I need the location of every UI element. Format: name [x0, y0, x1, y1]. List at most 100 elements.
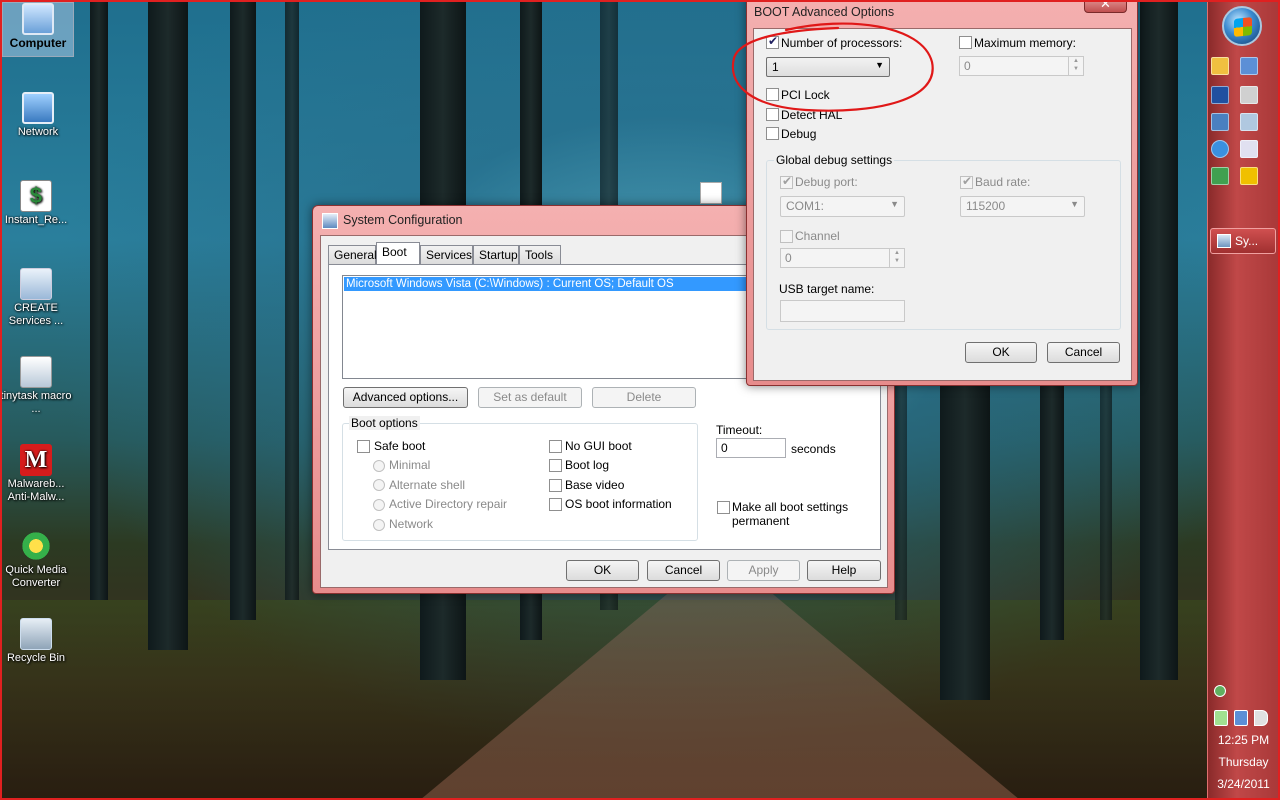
minimal-label: Minimal [389, 458, 431, 472]
channel-label: Channel [795, 229, 840, 243]
boot-options-group: Boot options Safe boot Minimal Alternate… [342, 416, 698, 541]
base-video-checkbox[interactable] [549, 479, 562, 492]
spinner-icon[interactable]: ▲ ▼ [1068, 57, 1083, 75]
volume-icon[interactable] [1254, 710, 1268, 726]
paint-icon[interactable] [1240, 86, 1258, 104]
battery-icon[interactable] [1214, 710, 1228, 726]
maximum-memory-label: Maximum memory: [974, 36, 1077, 50]
pci-lock-label: PCI Lock [781, 88, 830, 102]
internet-explorer-icon[interactable] [1211, 140, 1229, 158]
quick-media-converter-icon [20, 530, 52, 562]
timeout-input[interactable]: 0 [716, 438, 786, 458]
ok-button[interactable]: OK [566, 560, 639, 581]
tab-services[interactable]: Services [420, 245, 473, 264]
delete-button[interactable]: Delete [592, 387, 696, 408]
desktop-icon-label: Instant_Re... [4, 214, 68, 226]
baud-rate-label: Baud rate: [975, 175, 1031, 189]
taskbar-button-system-configuration[interactable]: Sy... [1210, 228, 1276, 254]
channel-input[interactable]: 0 ▲ ▼ [780, 248, 905, 268]
apply-button[interactable]: Apply [727, 560, 800, 581]
set-as-default-button[interactable]: Set as default [478, 387, 582, 408]
tab-startup[interactable]: Startup [473, 245, 519, 264]
tab-boot[interactable]: Boot [376, 242, 420, 264]
quicklaunch-icon[interactable] [1211, 57, 1229, 75]
select-value: COM1: [786, 199, 825, 213]
desktop-icon-recycle-bin[interactable]: Recycle Bin [0, 618, 72, 665]
safe-boot-label: Safe boot [374, 439, 426, 453]
clock-time[interactable]: 12:25 PM [1207, 733, 1280, 747]
tab-general[interactable]: General [328, 245, 377, 264]
spinner-icon[interactable]: ▲ ▼ [889, 249, 904, 267]
malwarebytes-icon: M [20, 444, 52, 476]
detect-hal-checkbox[interactable] [766, 108, 779, 121]
os-boot-info-label: OS boot information [565, 497, 672, 511]
download-icon[interactable] [1211, 167, 1229, 185]
os-list-item[interactable]: Microsoft Windows Vista (C:\Windows) : C… [344, 277, 750, 291]
desktop-icon-malwarebytes[interactable]: M Malwareb... Anti-Malw... [0, 444, 72, 504]
show-desktop-icon[interactable] [1240, 57, 1258, 75]
desktop-icon-label: Quick Media Converter [5, 564, 67, 589]
number-of-processors-select[interactable]: 1 ▼ [766, 57, 890, 77]
fc-icon[interactable] [1211, 86, 1229, 104]
network-tray-icon[interactable] [1234, 710, 1248, 726]
desktop-icon-label: Malwareb... Anti-Malw... [7, 478, 65, 503]
no-gui-boot-checkbox[interactable] [549, 440, 562, 453]
cancel-button[interactable]: Cancel [1047, 342, 1120, 363]
desktop-icon-create-services[interactable]: CREATE Services ... [0, 268, 72, 328]
detect-hal-label: Detect HAL [781, 108, 843, 122]
maximum-memory-input[interactable]: 0 ▲ ▼ [959, 56, 1084, 76]
alternate-shell-label: Alternate shell [389, 478, 466, 492]
desktop-icon-label: Computer [9, 36, 67, 50]
pci-lock-checkbox[interactable] [766, 88, 779, 101]
msconfig-icon [322, 213, 338, 229]
cancel-button[interactable]: Cancel [647, 560, 720, 581]
maximum-memory-checkbox[interactable] [959, 36, 972, 49]
safe-boot-checkbox[interactable] [357, 440, 370, 453]
tinytask-icon [20, 356, 52, 388]
document-file-icon[interactable] [700, 182, 722, 204]
network-radio[interactable] [373, 519, 385, 531]
baud-rate-select[interactable]: 115200 ▼ [960, 196, 1085, 217]
boot-options-legend: Boot options [349, 416, 420, 430]
os-boot-info-checkbox[interactable] [549, 498, 562, 511]
chevron-down-icon: ▼ [1070, 199, 1079, 209]
minimal-radio[interactable] [373, 460, 385, 472]
boot-advanced-options-window: BOOT Advanced Options ✕ Number of proces… [746, 0, 1138, 386]
start-button[interactable] [1222, 6, 1262, 46]
ad-repair-radio[interactable] [373, 499, 385, 511]
tab-tools[interactable]: Tools [519, 245, 561, 264]
timeout-label: Timeout: [716, 423, 763, 437]
close-icon[interactable]: ✕ [1084, 0, 1127, 13]
timeout-unit-label: seconds [791, 442, 836, 456]
warning-app-icon[interactable] [1240, 167, 1258, 185]
tray-status-icon[interactable] [1214, 685, 1226, 697]
network-app-icon[interactable] [1240, 113, 1258, 131]
desktop-icon-quick-media-converter[interactable]: Quick Media Converter [0, 530, 72, 590]
desktop-icon-instant-recovery[interactable]: $ Instant_Re... [0, 180, 72, 227]
ok-button[interactable]: OK [965, 342, 1037, 363]
desktop-icon-network[interactable]: Network [2, 92, 74, 139]
desktop-icon-tinytask[interactable]: tinytask macro ... [0, 356, 72, 416]
debug-checkbox[interactable] [766, 127, 779, 140]
tree-trunk [148, 0, 188, 650]
help-button[interactable]: Help [807, 560, 881, 581]
channel-checkbox[interactable] [780, 230, 793, 243]
debug-port-select[interactable]: COM1: ▼ [780, 196, 905, 217]
no-gui-boot-label: No GUI boot [565, 439, 632, 453]
usb-target-input[interactable] [780, 300, 905, 322]
number-of-processors-checkbox[interactable] [766, 34, 779, 49]
desktop-icon-computer[interactable]: Computer [2, 2, 74, 57]
debug-port-checkbox[interactable] [780, 174, 793, 189]
tree-trunk [230, 0, 256, 620]
document-app-icon[interactable] [1240, 140, 1258, 158]
debug-port-label: Debug port: [795, 175, 858, 189]
alternate-shell-radio[interactable] [373, 479, 385, 491]
boot-log-checkbox[interactable] [549, 459, 562, 472]
screen-icon[interactable] [1211, 113, 1229, 131]
advanced-options-button[interactable]: Advanced options... [343, 387, 468, 408]
debug-label: Debug [781, 127, 817, 141]
make-permanent-checkbox[interactable] [717, 501, 730, 514]
create-services-icon [20, 268, 52, 300]
baud-rate-checkbox[interactable] [960, 174, 973, 189]
input-value: 0 [964, 59, 971, 73]
